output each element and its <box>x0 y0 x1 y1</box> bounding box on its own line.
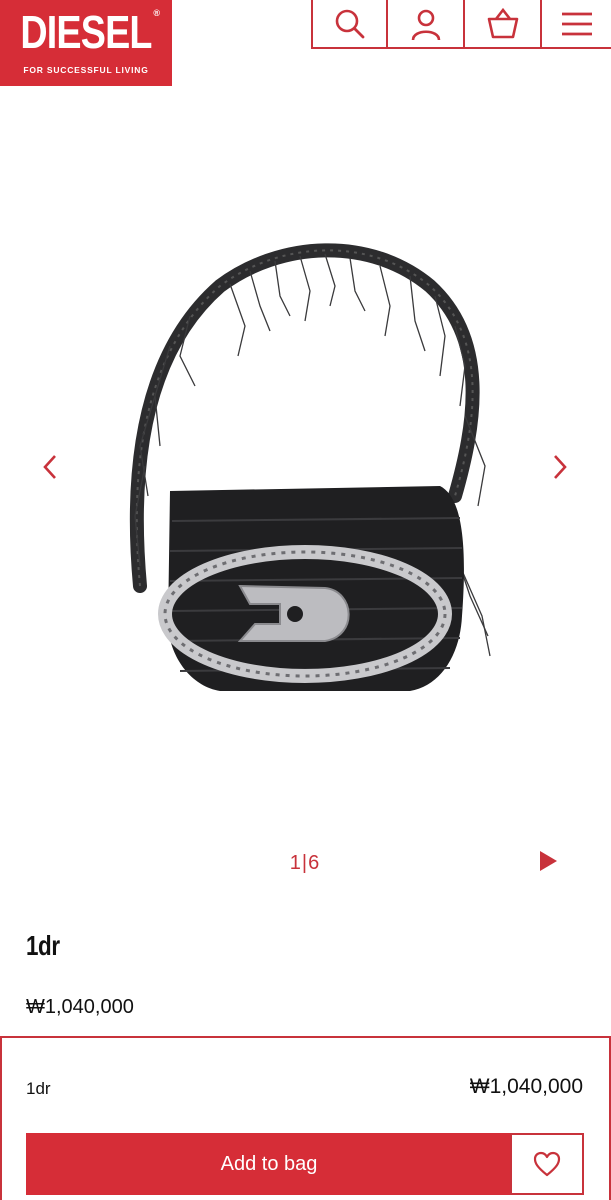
next-image-arrow-icon[interactable] <box>548 452 572 482</box>
add-to-bag-button[interactable]: Add to bag <box>26 1133 512 1195</box>
product-title: 1dr <box>26 930 60 961</box>
product-image-gallery[interactable] <box>0 86 611 886</box>
product-price: ₩1,040,000 <box>26 996 134 1018</box>
basket-icon <box>487 7 518 38</box>
product-image <box>129 243 491 691</box>
previous-image-arrow-icon[interactable] <box>38 452 62 482</box>
pager-current: 1 <box>289 852 302 874</box>
buy-panel-price: ₩1,040,000 <box>469 1075 583 1098</box>
menu-icon <box>561 12 592 35</box>
logo-wordmark: DIESEL <box>20 6 152 58</box>
gallery-pager: 1|6 <box>270 852 340 875</box>
account-button[interactable] <box>388 0 465 49</box>
buy-panel-product-name: 1dr <box>26 1079 51 1098</box>
menu-button[interactable] <box>542 0 611 49</box>
play-slideshow-icon[interactable] <box>536 848 560 874</box>
basket-button[interactable] <box>465 0 542 49</box>
pager-total: 6 <box>308 852 321 874</box>
wishlist-button[interactable] <box>510 1133 584 1195</box>
account-icon <box>411 9 440 40</box>
search-button[interactable] <box>311 0 388 49</box>
logo-tagline: FOR SUCCESSFUL LIVING <box>23 65 149 75</box>
search-icon <box>335 9 364 38</box>
diesel-logo[interactable]: DIESEL ® FOR SUCCESSFUL LIVING <box>0 0 172 86</box>
heart-icon <box>533 1151 561 1177</box>
logo-registered-mark: ® <box>153 8 160 18</box>
